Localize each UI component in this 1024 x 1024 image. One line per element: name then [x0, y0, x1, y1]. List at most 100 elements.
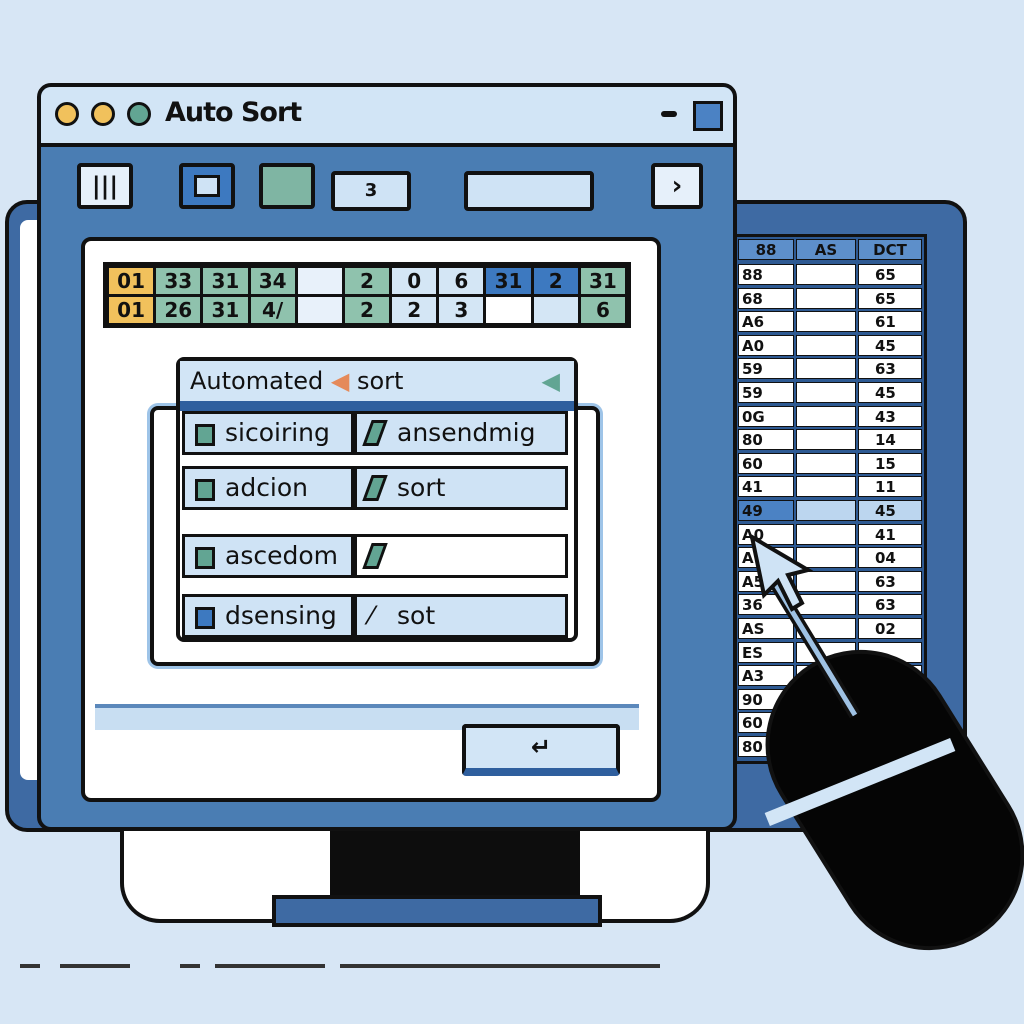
close-button[interactable]: [55, 102, 79, 126]
sheet-cell[interactable]: 45: [858, 334, 922, 356]
sheet-cell[interactable]: 80: [738, 429, 794, 451]
sheet-cell[interactable]: 65: [858, 287, 922, 309]
grid-cell[interactable]: 2: [344, 268, 390, 294]
sheet-cell[interactable]: A6: [738, 311, 794, 333]
grid-cell[interactable]: [486, 297, 531, 323]
sheet-cell[interactable]: 68: [738, 287, 794, 309]
tick-icon: ⁄: [369, 601, 374, 630]
dialog-title-text: Automated: [190, 367, 324, 395]
grid-cell[interactable]: 01: [109, 268, 154, 294]
number-field[interactable]: 3: [331, 171, 411, 211]
next-arrow-icon[interactable]: ›: [651, 163, 703, 209]
sheet-cell[interactable]: [796, 405, 856, 427]
option-value[interactable]: ansendmig: [354, 411, 568, 455]
grid-cell[interactable]: 6: [580, 297, 625, 323]
sheet-cell[interactable]: 59: [738, 382, 794, 403]
grid-cell[interactable]: 26: [156, 297, 201, 323]
sheet-cell[interactable]: 0G: [738, 405, 794, 427]
minimize-icon[interactable]: [661, 111, 677, 117]
map-icon[interactable]: [259, 163, 315, 209]
sheet-cell[interactable]: 45: [858, 382, 922, 403]
divider: [340, 964, 660, 968]
restore-icon[interactable]: [693, 101, 723, 131]
sheet-cell[interactable]: [796, 334, 856, 356]
checkbox-icon[interactable]: [195, 424, 215, 446]
sheet-cell[interactable]: 11: [858, 476, 922, 498]
sheet-cell[interactable]: 63: [858, 358, 922, 380]
grid-cell[interactable]: 6: [439, 268, 484, 294]
option-value-text: ansendmig: [397, 418, 536, 447]
grid-cell[interactable]: 0: [392, 268, 437, 294]
option-value[interactable]: sort: [354, 466, 568, 510]
option-checkbox[interactable]: dsensing: [182, 594, 354, 638]
option-value[interactable]: [354, 534, 568, 578]
sheet-cell[interactable]: [796, 476, 856, 498]
monitor-neck: [330, 828, 580, 903]
grid-cell[interactable]: 4/: [250, 297, 295, 323]
checkbox-icon[interactable]: [195, 547, 215, 569]
dialog-title-suffix: sort: [356, 367, 404, 395]
maximize-button[interactable]: [127, 102, 151, 126]
column-header[interactable]: DCT: [858, 239, 922, 260]
arrow-icon: ◀: [330, 367, 350, 395]
column-header[interactable]: 88: [738, 239, 794, 260]
checkbox-icon[interactable]: [195, 607, 215, 629]
option-value-text: sot: [397, 601, 436, 630]
collapse-icon[interactable]: ◀: [542, 361, 560, 401]
option-label: ascedom: [225, 541, 338, 570]
window-icon[interactable]: [179, 163, 235, 209]
enter-button[interactable]: ↵: [462, 724, 620, 776]
sheet-cell[interactable]: 49: [738, 500, 794, 521]
sheet-cell[interactable]: 15: [858, 452, 922, 474]
divider: [180, 964, 200, 968]
grid-cell[interactable]: 2: [533, 268, 578, 294]
search-field[interactable]: [464, 171, 594, 211]
option-value[interactable]: ⁄ sot: [354, 594, 568, 638]
checkbox-icon[interactable]: [195, 479, 215, 501]
sheet-cell[interactable]: [796, 358, 856, 380]
sheet-cell[interactable]: [796, 311, 856, 333]
grid-cell[interactable]: 31: [486, 268, 531, 294]
columns-icon[interactable]: |||: [77, 163, 133, 209]
grid-cell[interactable]: [297, 268, 342, 294]
sheet-cell[interactable]: [796, 287, 856, 309]
minimize-button[interactable]: [91, 102, 115, 126]
grid-cell[interactable]: 3: [439, 297, 484, 323]
option-checkbox[interactable]: adcion: [182, 466, 354, 510]
grid-cell[interactable]: 2: [344, 297, 390, 323]
sheet-cell[interactable]: [796, 500, 856, 521]
grid-cell[interactable]: 33: [156, 268, 201, 294]
option-checkbox[interactable]: ascedom: [182, 534, 354, 578]
sheet-cell[interactable]: 43: [858, 405, 922, 427]
sheet-cell[interactable]: 60: [738, 452, 794, 474]
sort-dialog: Automated ◀ sort ◀ sicoiring ansendmig adc…: [176, 357, 578, 642]
grid-cell[interactable]: 34: [250, 268, 295, 294]
grid-cell[interactable]: [297, 297, 342, 323]
dialog-title: Automated ◀ sort ◀: [180, 361, 574, 411]
grid-cell[interactable]: 2: [392, 297, 437, 323]
grid-cell[interactable]: 01: [109, 297, 154, 323]
grid-cell[interactable]: [533, 297, 578, 323]
sheet-cell[interactable]: 45: [858, 500, 922, 521]
grid-cell[interactable]: 31: [580, 268, 625, 294]
pencil-icon: [362, 543, 388, 569]
sheet-cell[interactable]: 59: [738, 358, 794, 380]
sheet-cell[interactable]: 61: [858, 311, 922, 333]
sheet-cell[interactable]: 41: [738, 476, 794, 498]
sheet-cell[interactable]: A0: [738, 334, 794, 356]
sheet-cell[interactable]: [796, 429, 856, 451]
sheet-cell[interactable]: 14: [858, 429, 922, 451]
sheet-cell[interactable]: 88: [738, 264, 794, 285]
option-checkbox[interactable]: sicoiring: [182, 411, 354, 455]
option-value-text: sort: [397, 473, 446, 502]
grid-cell[interactable]: 31: [203, 268, 248, 294]
grid-cell[interactable]: 31: [203, 297, 248, 323]
sheet-cell[interactable]: [796, 382, 856, 403]
pencil-icon: [362, 420, 388, 446]
sheet-cell[interactable]: [796, 452, 856, 474]
pencil-icon: [362, 475, 388, 501]
sheet-cell[interactable]: [796, 264, 856, 285]
column-header[interactable]: AS: [796, 239, 856, 260]
sheet-cell[interactable]: 65: [858, 264, 922, 285]
divider: [215, 964, 325, 968]
